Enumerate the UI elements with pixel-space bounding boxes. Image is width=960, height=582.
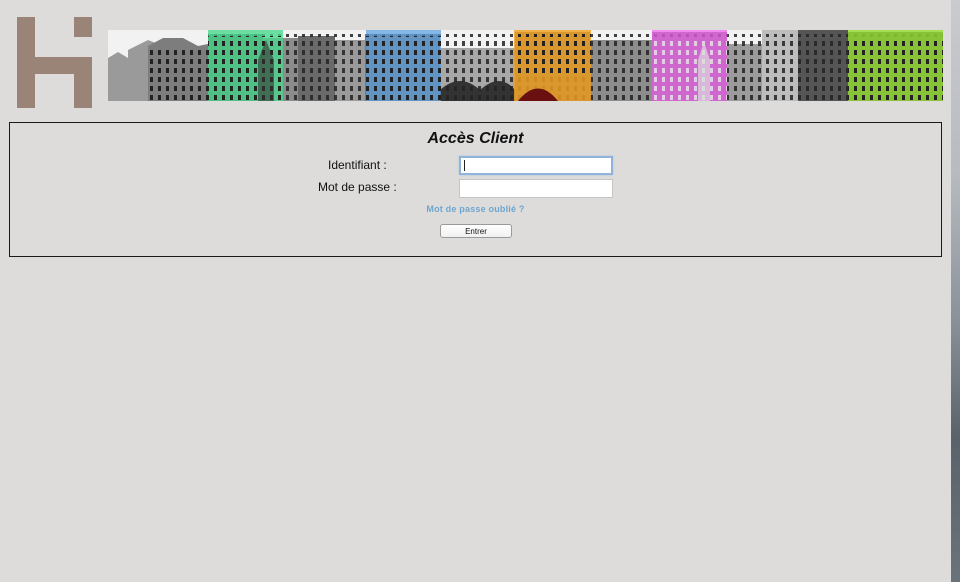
desktop-edge: [951, 0, 960, 582]
hotel-h-logo-icon: [17, 17, 92, 108]
page: Accès Client Identifiant : Mot de passe …: [0, 0, 960, 582]
identifier-input[interactable]: [459, 156, 613, 175]
login-panel: Accès Client Identifiant : Mot de passe …: [9, 122, 942, 257]
paris-facades-banner: [108, 30, 943, 101]
header-banner: [108, 30, 943, 101]
text-caret: [464, 160, 465, 171]
forgot-password-link[interactable]: Mot de passe oublié ?: [10, 204, 941, 214]
site-logo[interactable]: [17, 17, 92, 108]
password-label: Mot de passe :: [318, 180, 397, 194]
identifier-label: Identifiant :: [328, 158, 387, 172]
login-title: Accès Client: [427, 130, 524, 147]
submit-button[interactable]: Entrer: [440, 224, 512, 238]
password-input[interactable]: [459, 179, 613, 198]
